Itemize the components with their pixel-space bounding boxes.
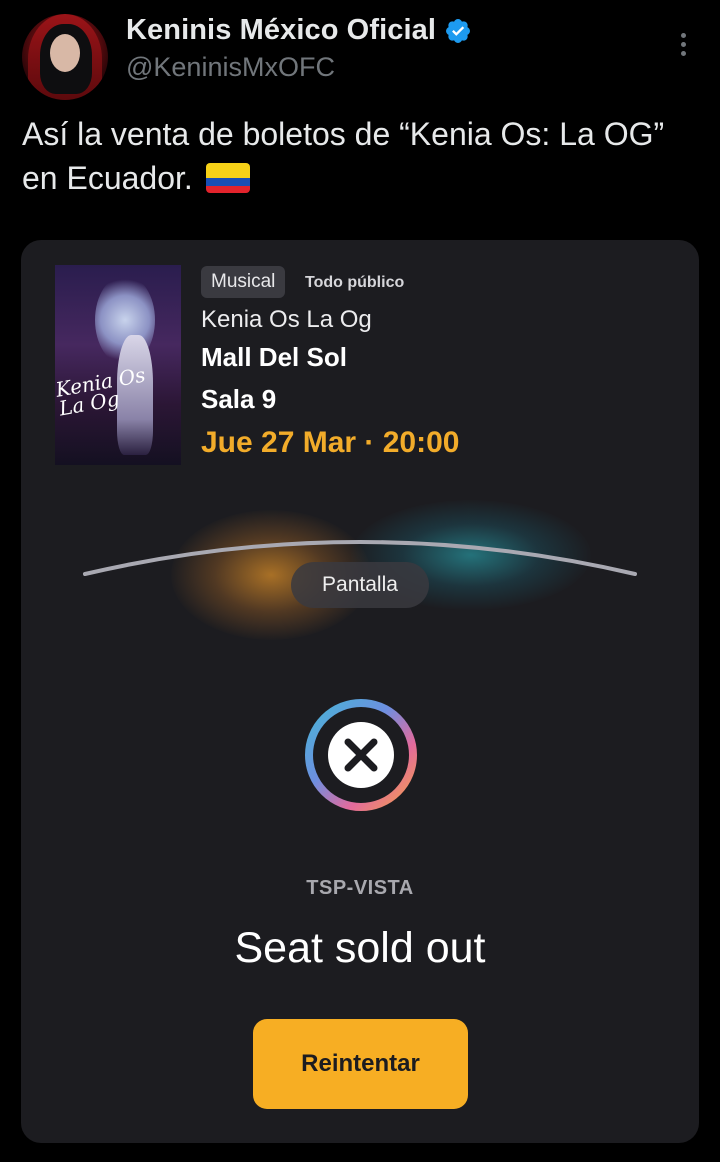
author-display-name[interactable]: Keninis México Oficial bbox=[126, 14, 472, 47]
tweet: Keninis México Oficial @KeninisMxOFC Así… bbox=[0, 0, 720, 1162]
author-avatar[interactable] bbox=[22, 14, 108, 100]
author-handle[interactable]: @KeninisMxOFC bbox=[126, 52, 335, 83]
more-options-icon[interactable] bbox=[668, 30, 698, 60]
screen-indicator: Pantalla bbox=[21, 490, 699, 640]
ticket-screenshot[interactable]: Kenia Os La Og Musical Todo público Kenia… bbox=[21, 240, 699, 1143]
provider-label: TSP-VISTA bbox=[306, 877, 414, 899]
movie-poster: Kenia Os La Og bbox=[55, 265, 181, 465]
rating-label: Todo público bbox=[305, 274, 405, 291]
genre-tag: Musical bbox=[201, 266, 286, 298]
room-name: Sala 9 bbox=[201, 384, 277, 414]
flag-ecuador-icon bbox=[205, 163, 250, 193]
avatar-face bbox=[50, 34, 80, 72]
screen-curve bbox=[83, 540, 637, 576]
status-message: Seat sold out bbox=[234, 924, 486, 972]
tweet-text: Así la venta de boletos de “Kenia Os: La… bbox=[22, 112, 702, 200]
showtime: Jue 27 Mar · 20:00 bbox=[201, 426, 460, 459]
sold-out-error-icon bbox=[305, 699, 417, 811]
screen-label: Pantalla bbox=[291, 562, 429, 608]
verified-badge-icon bbox=[446, 18, 470, 43]
cinema-name: Mall Del Sol bbox=[201, 342, 347, 372]
author-name-text: Keninis México Oficial bbox=[126, 14, 437, 46]
retry-button[interactable]: Reintentar bbox=[253, 1019, 468, 1109]
tweet-body: Así la venta de boletos de “Kenia Os: La… bbox=[22, 116, 665, 196]
movie-title: Kenia Os La Og bbox=[201, 306, 372, 333]
